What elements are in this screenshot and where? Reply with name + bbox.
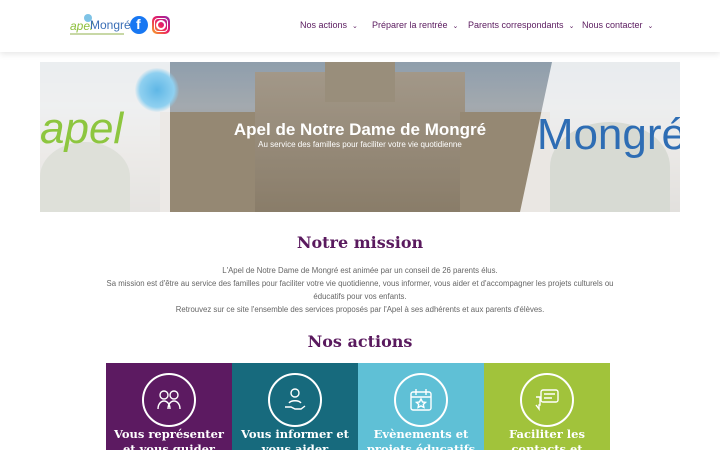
- nav-label: Nous contacter: [582, 20, 643, 30]
- logo-mongre-text: Mongré: [90, 18, 131, 32]
- action-card-contacts[interactable]: Faciliter les contacts et: [484, 363, 610, 450]
- mission-paragraph-3: Retrouvez sur ce site l'ensemble des ser…: [175, 305, 545, 314]
- action-card-title: Faciliter les contacts et: [509, 427, 585, 450]
- chevron-down-icon: ⌄: [568, 23, 575, 30]
- nav-label: Préparer la rentrée: [372, 20, 448, 30]
- icon-circle: [142, 373, 196, 427]
- chevron-down-icon: ⌄: [452, 23, 459, 30]
- chevron-down-icon: ⌄: [352, 23, 358, 30]
- apel-mongre-logo[interactable]: apel Mongré: [70, 14, 131, 38]
- hero-title: Apel de Notre Dame de Mongré: [233, 120, 487, 139]
- dandelion-icon: [135, 68, 179, 112]
- actions-heading: Nos actions: [307, 332, 413, 351]
- calendar-icon: [410, 389, 432, 411]
- site-header: apel Mongré f Nos actions ⌄ Préparer la r…: [0, 0, 720, 52]
- icon-circle: [520, 373, 574, 427]
- logo-tagline: [70, 33, 124, 35]
- facebook-icon[interactable]: f: [130, 16, 148, 34]
- icon-circle: [394, 373, 448, 427]
- action-card-informer[interactable]: Vous informer et vous aider: [232, 363, 358, 450]
- action-card-representer[interactable]: Vous représenter et vous guider: [106, 363, 232, 450]
- hero-subtitle: Au service des familles pour faciliter v…: [258, 140, 462, 149]
- mission-paragraph-1: L'Apel de Notre Dame de Mongré est animé…: [222, 266, 498, 275]
- nav-item-nous-contacter[interactable]: Nous contacter ⌄: [582, 20, 653, 30]
- nav-label: Parents correspondants: [468, 20, 564, 30]
- chevron-down-icon: ⌄: [647, 23, 654, 30]
- action-card-title: Evènements et projets éducatifs: [366, 427, 476, 450]
- mission-heading: Notre mission: [296, 233, 424, 252]
- nav-item-preparer-la-rentree[interactable]: Préparer la rentrée ⌄: [372, 20, 458, 30]
- nav-item-nos-actions[interactable]: Nos actions ⌄: [300, 20, 358, 30]
- action-card-title: Vous représenter et vous guider: [113, 427, 224, 450]
- icon-circle: [268, 373, 322, 427]
- hero-banner: apel Mongré Apel de Notre Dame de Mongré…: [40, 62, 680, 212]
- nav-item-parents-correspondants[interactable]: Parents correspondants ⌄: [468, 20, 574, 30]
- instagram-icon[interactable]: [152, 16, 170, 34]
- action-card-evenements[interactable]: Evènements et projets éducatifs: [358, 363, 484, 450]
- parents-icon: [157, 390, 181, 410]
- nav-label: Nos actions: [300, 20, 348, 30]
- action-card-title: Vous informer et vous aider: [241, 427, 349, 450]
- helping-hand-icon: [285, 388, 306, 410]
- chat-icon: [535, 389, 559, 412]
- mission-paragraph-2: Sa mission est d'être au service des fam…: [106, 279, 614, 301]
